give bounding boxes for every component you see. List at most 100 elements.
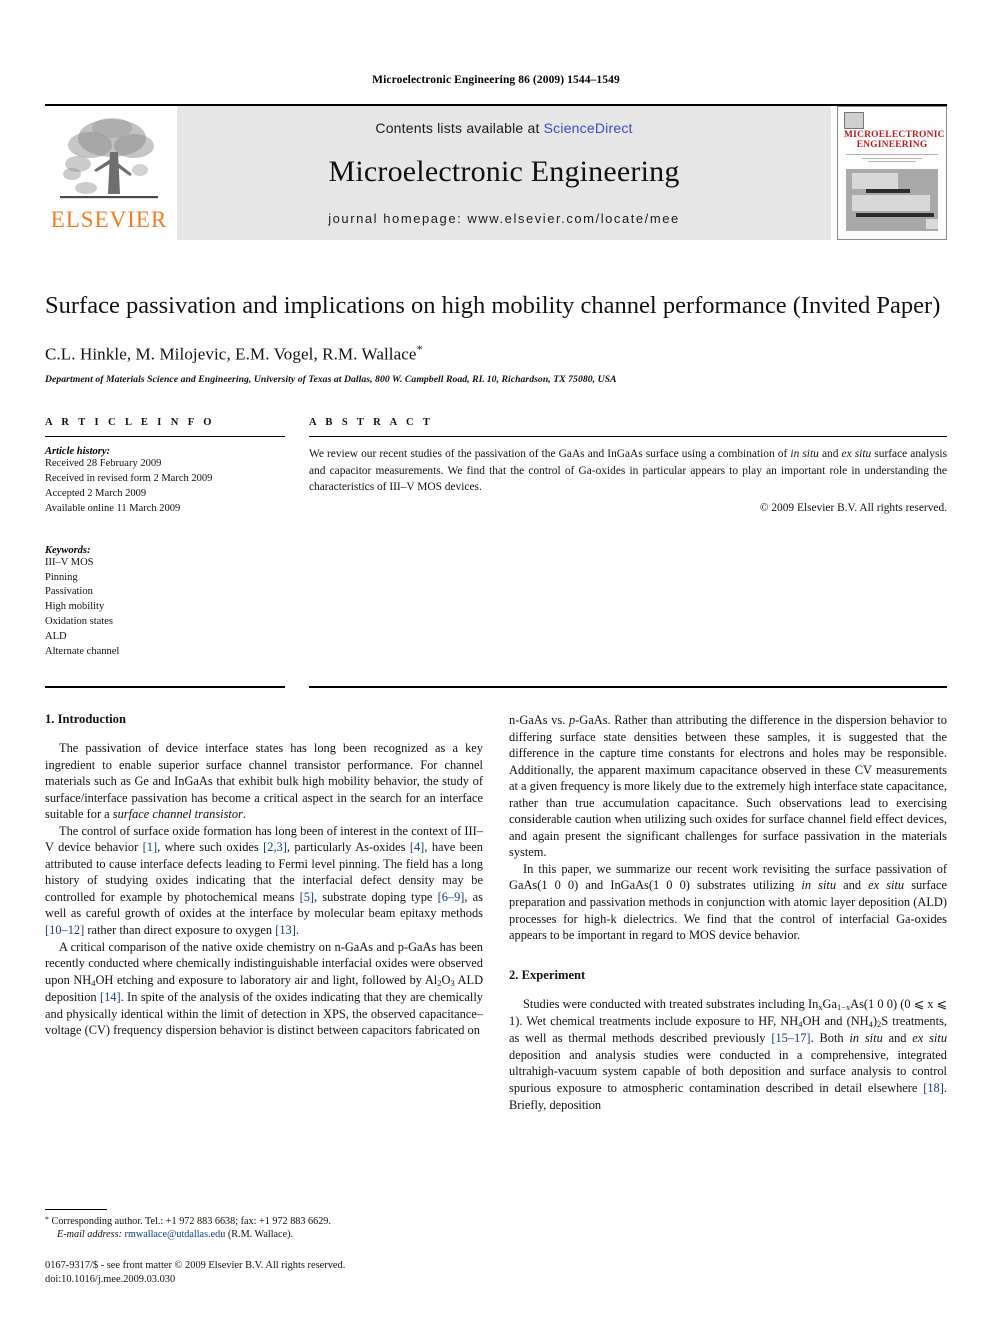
para-italic: surface channel transistor [112, 807, 243, 822]
sciencedirect-link[interactable]: ScienceDirect [544, 120, 633, 136]
elsevier-tree-icon [50, 112, 168, 207]
corresponding-author-marker: * [416, 342, 423, 357]
paragraph: Studies were conducted with treated subs… [509, 996, 947, 1113]
citation-link[interactable]: [2,3] [263, 840, 287, 854]
abstract-italic: ex situ [841, 448, 872, 461]
article-history-item: Available online 11 March 2009 [45, 502, 181, 514]
para-italic: in situ [849, 1031, 883, 1046]
journal-homepage-link[interactable]: journal homepage: www.elsevier.com/locat… [177, 211, 831, 226]
para-segment: and [882, 1031, 913, 1046]
citation-link[interactable]: [13] [275, 923, 296, 937]
title-block: Surface passivation and implications on … [45, 290, 947, 385]
elsevier-wordmark: ELSEVIER [50, 207, 168, 232]
article-info-heading: A R T I C L E I N F O [45, 417, 215, 429]
para-segment: . [242, 807, 246, 822]
email-label: E-mail address: [57, 1229, 122, 1241]
keyword-item: High mobility [45, 601, 105, 613]
citation-link[interactable]: [18] [923, 1081, 944, 1095]
abstract-text: We review our recent studies of the pass… [309, 446, 947, 496]
journal-masthead: ELSEVIER Contents lists available at Sci… [45, 104, 947, 240]
para-subscript: 1−x [836, 1001, 851, 1012]
cover-publisher-badge-icon [844, 112, 864, 129]
email-note: E-mail address: rmwallace@utdallas.edu (… [45, 1228, 485, 1242]
left-separator-rule [45, 685, 285, 688]
affiliation: Department of Materials Science and Engi… [45, 374, 617, 386]
corresponding-author-note: * Corresponding author. Tel.: +1 972 883… [45, 1215, 485, 1229]
email-link[interactable]: rmwallace@utdallas.edu [125, 1229, 226, 1240]
article-history-item: Accepted 2 March 2009 [45, 487, 147, 499]
article-info-column: A R T I C L E I N F O Article history: R… [45, 417, 285, 660]
para-segment: and [836, 878, 869, 893]
body-separators [45, 685, 947, 688]
para-segment: OH etching and exposure to laboratory ai… [95, 972, 438, 987]
para-segment: . Both [810, 1031, 850, 1046]
issn-line: 0167-9317/$ - see front matter © 2009 El… [45, 1260, 346, 1272]
citation-link[interactable]: [10–12] [45, 923, 84, 937]
article-info-rule [45, 436, 285, 438]
article-history-label: Article history: [45, 446, 111, 458]
para-segment: . [295, 923, 299, 937]
para-italic: ex situ [912, 1031, 948, 1046]
keyword-item: Passivation [45, 586, 93, 598]
section-heading-experiment: 2. Experiment [509, 967, 586, 982]
email-suffix: (R.M. Wallace). [225, 1229, 294, 1241]
paragraph: A critical comparison of the native oxid… [45, 939, 483, 1039]
cover-title-line2: ENGINEERING [856, 139, 928, 150]
paragraph: In this paper, we summarize our recent w… [509, 861, 947, 944]
paragraph: n-GaAs vs. p-GaAs. Rather than attributi… [509, 712, 947, 861]
keyword-item: Alternate channel [45, 646, 120, 658]
para-segment: deposition and analysis studies were con… [509, 1047, 947, 1095]
right-separator-rule [309, 685, 947, 688]
para-segment: n-GaAs vs. [509, 712, 569, 727]
citation-link[interactable]: [1] [143, 840, 157, 854]
article-page: Microelectronic Engineering 86 (2009) 15… [0, 0, 992, 1323]
para-segment: , where such oxides [157, 840, 264, 855]
section-heading-introduction: 1. Introduction [45, 711, 126, 726]
keyword-item: III–V MOS [45, 556, 94, 568]
running-head: Microelectronic Engineering 86 (2009) 15… [372, 74, 620, 86]
cover-placeholder-text [844, 157, 940, 167]
para-italic: ex situ [868, 878, 905, 893]
abstract-heading: A B S T R A C T [309, 417, 434, 429]
keyword-item: ALD [45, 631, 67, 643]
citation-link[interactable]: [14] [100, 990, 121, 1004]
copyright-line: © 2009 Elsevier B.V. All rights reserved… [759, 501, 947, 514]
info-abstract-row: A R T I C L E I N F O Article history: R… [45, 417, 947, 660]
issn-block: 0167-9317/$ - see front matter © 2009 El… [45, 1259, 485, 1287]
para-segment: , particularly As-oxides [286, 840, 410, 855]
para-italic: in situ [801, 878, 837, 893]
paragraph: The passivation of device interface stat… [45, 740, 483, 823]
paragraph: The control of surface oxide formation h… [45, 823, 483, 939]
citation-link[interactable]: [15–17] [771, 1031, 810, 1045]
keywords-block: Keywords: III–V MOS Pinning Passivation … [45, 545, 285, 660]
citation-link[interactable]: [6–9] [438, 890, 465, 904]
doi-line: doi:10.1016/j.mee.2009.03.030 [45, 1274, 176, 1286]
article-history-item: Received 28 February 2009 [45, 458, 162, 470]
contents-available-line: Contents lists available at ScienceDirec… [177, 106, 831, 136]
contents-prefix: Contents lists available at [375, 120, 544, 136]
abstract-segment: We review our recent studies of the pass… [309, 448, 791, 461]
abstract-italic: in situ [790, 448, 819, 461]
para-segment: Studies were conducted with treated subs… [523, 996, 819, 1011]
abstract-rule [309, 436, 947, 438]
keywords-label: Keywords: [45, 544, 91, 556]
author-names: C.L. Hinkle, M. Milojevic, E.M. Vogel, R… [45, 345, 417, 365]
body-columns: 1. Introduction The passivation of devic… [45, 712, 947, 1113]
elsevier-logo: ELSEVIER [45, 106, 173, 240]
cover-divider [846, 153, 938, 155]
right-column: n-GaAs vs. p-GaAs. Rather than attributi… [509, 712, 947, 1113]
author-list: C.L. Hinkle, M. Milojevic, E.M. Vogel, R… [45, 342, 947, 365]
cover-micrograph-image [846, 168, 938, 231]
journal-banner: Contents lists available at ScienceDirec… [177, 106, 831, 240]
abstract-segment: and [818, 448, 842, 461]
keyword-item: Oxidation states [45, 616, 113, 628]
citation-link[interactable]: [4] [410, 840, 424, 854]
para-segment: Ga [822, 996, 837, 1011]
keyword-item: Pinning [45, 571, 78, 583]
citation-link[interactable]: [5] [300, 890, 314, 904]
journal-title: Microelectronic Engineering [328, 155, 680, 188]
para-segment: rather than direct exposure to oxygen [84, 923, 276, 937]
left-column: 1. Introduction The passivation of devic… [45, 712, 483, 1113]
para-segment: The passivation of device interface stat… [45, 740, 483, 822]
footnote-rule [45, 1208, 107, 1210]
